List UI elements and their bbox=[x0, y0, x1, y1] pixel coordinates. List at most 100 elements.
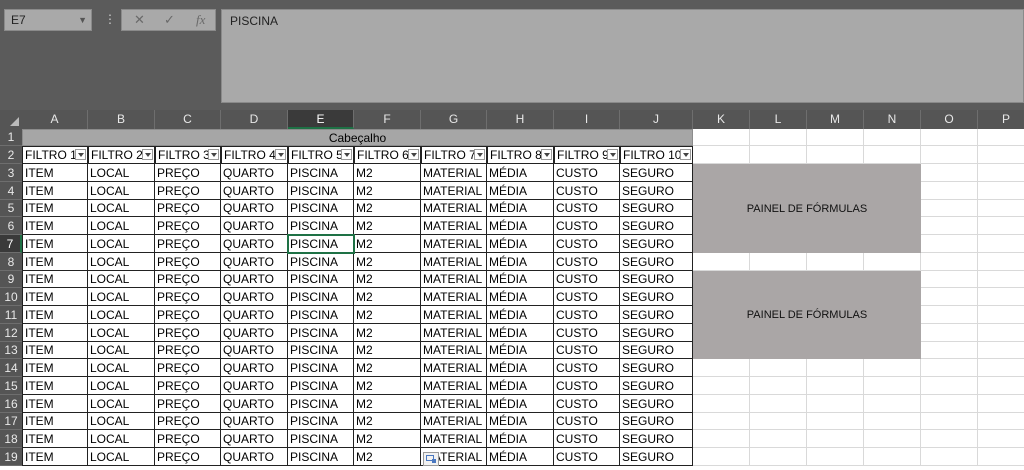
filter-header-cell[interactable]: FILTRO 10 bbox=[620, 146, 693, 164]
row-header-17[interactable]: 17 bbox=[0, 413, 22, 430]
row-header-7[interactable]: 7 bbox=[0, 235, 22, 253]
data-cell[interactable]: QUARTO bbox=[221, 164, 288, 182]
cell[interactable] bbox=[750, 129, 807, 146]
cell[interactable] bbox=[921, 448, 978, 466]
cell[interactable] bbox=[693, 395, 750, 413]
cell[interactable] bbox=[921, 359, 978, 377]
cell[interactable] bbox=[807, 395, 864, 413]
data-cell[interactable]: ITEM bbox=[22, 200, 88, 217]
row-header-8[interactable]: 8 bbox=[0, 253, 22, 271]
data-cell[interactable]: CUSTO bbox=[554, 359, 620, 377]
filter-dropdown-icon[interactable] bbox=[541, 149, 552, 160]
column-header-j[interactable]: J bbox=[620, 110, 693, 129]
quick-analysis-icon[interactable] bbox=[423, 452, 439, 466]
data-cell[interactable]: PISCINA bbox=[288, 395, 354, 413]
data-cell[interactable]: ITEM bbox=[22, 377, 88, 395]
data-cell[interactable]: CUSTO bbox=[554, 342, 620, 359]
data-cell[interactable]: MATERIAL bbox=[421, 430, 487, 448]
data-cell[interactable]: QUARTO bbox=[221, 182, 288, 200]
column-header-m[interactable]: M bbox=[807, 110, 864, 129]
data-cell[interactable]: MATERIAL bbox=[421, 182, 487, 200]
data-cell[interactable]: M2 bbox=[354, 430, 421, 448]
data-cell[interactable]: MATERIAL bbox=[421, 324, 487, 342]
data-cell[interactable]: ITEM bbox=[22, 164, 88, 182]
cell[interactable] bbox=[807, 359, 864, 377]
data-cell[interactable]: MÉDIA bbox=[487, 377, 554, 395]
cell[interactable] bbox=[978, 395, 1024, 413]
data-cell[interactable]: CUSTO bbox=[554, 430, 620, 448]
data-cell[interactable]: PREÇO bbox=[155, 182, 221, 200]
data-cell[interactable]: MATERIAL bbox=[421, 288, 487, 306]
cell[interactable] bbox=[978, 306, 1024, 324]
data-cell[interactable]: PREÇO bbox=[155, 448, 221, 466]
data-cell[interactable]: PREÇO bbox=[155, 413, 221, 430]
data-cell[interactable]: LOCAL bbox=[88, 430, 155, 448]
data-cell[interactable]: PREÇO bbox=[155, 306, 221, 324]
cell[interactable] bbox=[750, 359, 807, 377]
data-cell[interactable]: ITEM bbox=[22, 448, 88, 466]
filter-header-cell[interactable]: FILTRO 8 bbox=[487, 146, 554, 164]
cell[interactable] bbox=[978, 253, 1024, 271]
data-cell[interactable]: QUARTO bbox=[221, 377, 288, 395]
row-header-1[interactable]: 1 bbox=[0, 129, 22, 146]
cell[interactable] bbox=[921, 200, 978, 217]
data-cell[interactable]: SEGURO bbox=[620, 253, 693, 271]
data-cell[interactable]: PREÇO bbox=[155, 200, 221, 217]
data-cell[interactable]: M2 bbox=[354, 359, 421, 377]
cell[interactable] bbox=[921, 164, 978, 182]
cell[interactable] bbox=[921, 395, 978, 413]
data-cell[interactable]: M2 bbox=[354, 324, 421, 342]
data-cell[interactable]: PISCINA bbox=[288, 182, 354, 200]
cell[interactable] bbox=[807, 430, 864, 448]
data-cell[interactable]: LOCAL bbox=[88, 342, 155, 359]
cell[interactable] bbox=[921, 146, 978, 164]
cell[interactable] bbox=[978, 182, 1024, 200]
cell[interactable] bbox=[921, 342, 978, 359]
filter-dropdown-icon[interactable] bbox=[680, 149, 691, 160]
column-header-d[interactable]: D bbox=[221, 110, 288, 129]
cell[interactable] bbox=[807, 377, 864, 395]
data-cell[interactable]: SEGURO bbox=[620, 288, 693, 306]
data-cell[interactable]: MATERIAL bbox=[421, 359, 487, 377]
cell[interactable] bbox=[807, 129, 864, 146]
data-cell[interactable]: QUARTO bbox=[221, 306, 288, 324]
data-cell[interactable]: CUSTO bbox=[554, 324, 620, 342]
data-cell[interactable]: PREÇO bbox=[155, 342, 221, 359]
data-cell[interactable]: MÉDIA bbox=[487, 413, 554, 430]
data-cell[interactable]: PISCINA bbox=[288, 377, 354, 395]
row-header-19[interactable]: 19 bbox=[0, 448, 22, 466]
data-cell[interactable]: ITEM bbox=[22, 430, 88, 448]
data-cell[interactable]: PISCINA bbox=[288, 430, 354, 448]
data-cell[interactable]: QUARTO bbox=[221, 217, 288, 235]
row-header-15[interactable]: 15 bbox=[0, 377, 22, 395]
data-cell[interactable]: MATERIAL bbox=[421, 217, 487, 235]
filter-header-cell[interactable]: FILTRO 7 bbox=[421, 146, 487, 164]
cell[interactable] bbox=[807, 448, 864, 466]
filter-header-cell[interactable]: FILTRO 2 bbox=[88, 146, 155, 164]
data-cell[interactable]: M2 bbox=[354, 271, 421, 288]
data-cell[interactable]: CUSTO bbox=[554, 413, 620, 430]
data-cell[interactable]: SEGURO bbox=[620, 377, 693, 395]
filter-dropdown-icon[interactable] bbox=[341, 149, 352, 160]
cell[interactable] bbox=[921, 413, 978, 430]
column-header-b[interactable]: B bbox=[88, 110, 155, 129]
column-header-h[interactable]: H bbox=[487, 110, 554, 129]
data-cell[interactable]: MATERIAL bbox=[421, 200, 487, 217]
data-cell[interactable]: M2 bbox=[354, 235, 421, 253]
data-cell[interactable]: MATERIAL bbox=[421, 342, 487, 359]
row-header-5[interactable]: 5 bbox=[0, 200, 22, 217]
data-cell[interactable]: PISCINA bbox=[288, 271, 354, 288]
data-cell[interactable]: M2 bbox=[354, 200, 421, 217]
data-cell[interactable]: ITEM bbox=[22, 288, 88, 306]
fx-icon[interactable]: fx bbox=[196, 12, 205, 28]
check-icon[interactable]: ✓ bbox=[164, 12, 175, 28]
data-cell[interactable]: MATERIAL bbox=[421, 271, 487, 288]
cell[interactable] bbox=[750, 253, 807, 271]
data-cell[interactable]: MATERIAL bbox=[421, 235, 487, 253]
data-cell[interactable]: SEGURO bbox=[620, 430, 693, 448]
data-cell[interactable]: MÉDIA bbox=[487, 235, 554, 253]
data-cell[interactable]: MÉDIA bbox=[487, 182, 554, 200]
cell[interactable] bbox=[750, 430, 807, 448]
row-header-12[interactable]: 12 bbox=[0, 324, 22, 342]
row-header-6[interactable]: 6 bbox=[0, 217, 22, 235]
